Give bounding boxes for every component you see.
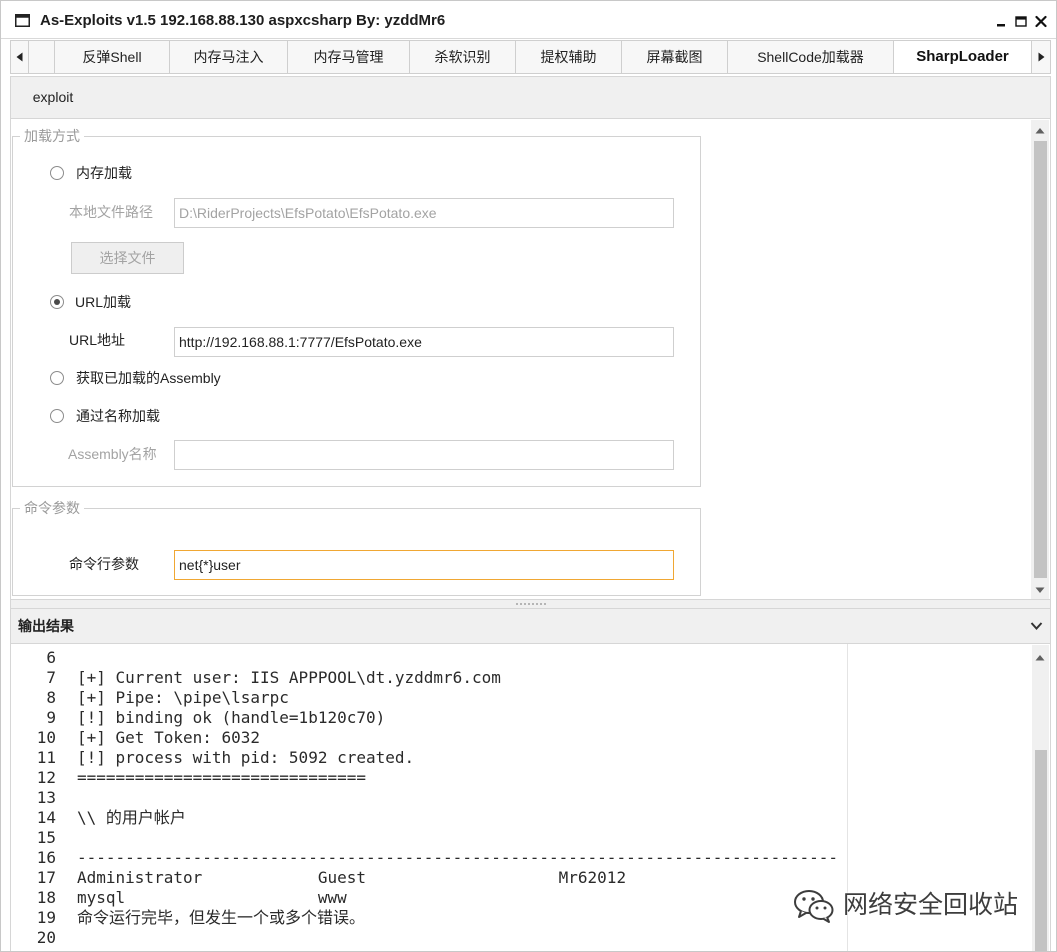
tab-reverse-shell[interactable]: 反弹Shell bbox=[55, 41, 170, 73]
sub-tab-strip bbox=[10, 76, 1051, 118]
line-number: 8 bbox=[46, 688, 56, 707]
line-text: ============================== bbox=[77, 768, 366, 787]
line-number: 19 bbox=[36, 908, 56, 927]
output-header[interactable] bbox=[10, 608, 1051, 644]
output-line: 8 [+] Pipe: \pipe\lsarpc bbox=[12, 688, 1012, 708]
assembly-name-label: Assembly名称 bbox=[68, 446, 157, 462]
output-line: 16 --------------------------------------… bbox=[12, 848, 1012, 868]
minimize-icon[interactable] bbox=[996, 14, 1008, 28]
tab-antivirus-detect[interactable]: 杀软识别 bbox=[410, 41, 516, 73]
output-line: 17 Administrator Guest Mr62012 bbox=[12, 868, 1012, 888]
url-address-input[interactable] bbox=[174, 327, 674, 357]
memory-load-radio[interactable] bbox=[50, 166, 64, 180]
get-loaded-assembly-radio[interactable] bbox=[50, 371, 64, 385]
tab-scroll-right-button[interactable] bbox=[1032, 41, 1050, 73]
scroll-up-icon[interactable] bbox=[1035, 127, 1045, 134]
command-line-args-input[interactable] bbox=[174, 550, 674, 580]
load-by-name-label[interactable]: 通过名称加载 bbox=[76, 407, 160, 425]
output-line: 9 [!] binding ok (handle=1b120c70) bbox=[12, 708, 1012, 728]
line-number: 10 bbox=[36, 728, 56, 747]
close-icon[interactable] bbox=[1035, 14, 1047, 28]
maximize-icon[interactable] bbox=[1015, 14, 1027, 28]
output-line: 10 [+] Get Token: 6032 bbox=[12, 728, 1012, 748]
tab-shellcode-loader[interactable]: ShellCode加载器 bbox=[728, 41, 894, 73]
triangle-right-icon bbox=[1038, 52, 1045, 62]
output-line: 15 bbox=[12, 828, 1012, 848]
tab-screenshot[interactable]: 屏幕截图 bbox=[622, 41, 728, 73]
line-number: 20 bbox=[36, 928, 56, 947]
url-load-label[interactable]: URL加载 bbox=[75, 293, 131, 311]
triangle-left-icon bbox=[16, 52, 23, 62]
line-number: 18 bbox=[36, 888, 56, 907]
choose-file-button[interactable]: 选择文件 bbox=[71, 242, 184, 274]
line-text: mysql www bbox=[77, 888, 347, 907]
load-mode-group bbox=[12, 136, 701, 487]
url-address-label: URL地址 bbox=[69, 332, 126, 348]
tab-scroll-left-button[interactable] bbox=[11, 41, 29, 73]
tab-sharploader[interactable]: SharpLoader bbox=[894, 41, 1032, 73]
command-params-legend: 命令参数 bbox=[20, 499, 84, 517]
output-scrollbar-thumb[interactable] bbox=[1035, 750, 1047, 952]
memory-load-label[interactable]: 内存加载 bbox=[76, 164, 132, 182]
line-text: 命令运行完毕，但发生一个或多个错误。 bbox=[77, 908, 366, 927]
line-number: 9 bbox=[46, 708, 56, 727]
local-file-path-label: 本地文件路径 bbox=[69, 204, 153, 220]
output-title: 输出结果 bbox=[18, 618, 74, 634]
app-window: As-Exploits v1.5 192.168.88.130 aspxcsha… bbox=[0, 0, 1057, 952]
load-by-name-radio[interactable] bbox=[50, 409, 64, 423]
output-line: 13 bbox=[12, 788, 1012, 808]
line-text: [+] Get Token: 6032 bbox=[77, 728, 261, 747]
line-number: 6 bbox=[46, 648, 56, 667]
splitter-grip[interactable] bbox=[516, 603, 546, 605]
wechat-icon bbox=[792, 888, 836, 924]
line-number: 13 bbox=[36, 788, 56, 807]
scroll-up-icon[interactable] bbox=[1035, 654, 1045, 661]
line-number: 12 bbox=[36, 768, 56, 787]
line-text: \\ 的用户帐户 bbox=[77, 808, 186, 827]
window-title: As-Exploits v1.5 192.168.88.130 aspxcsha… bbox=[40, 12, 446, 29]
watermark-text: 网络安全回收站 bbox=[843, 890, 1019, 919]
line-number: 7 bbox=[46, 668, 56, 687]
line-number: 16 bbox=[36, 848, 56, 867]
output-line: 11 [!] process with pid: 5092 created. bbox=[12, 748, 1012, 768]
output-line: 14 \\ 的用户帐户 bbox=[12, 808, 1012, 828]
tab-privilege-escalation[interactable]: 提权辅助 bbox=[516, 41, 622, 73]
output-line: 12 ============================== bbox=[12, 768, 1012, 788]
get-loaded-assembly-label[interactable]: 获取已加载的Assembly bbox=[76, 369, 221, 387]
load-mode-legend: 加载方式 bbox=[20, 127, 84, 145]
line-number: 14 bbox=[36, 808, 56, 827]
line-text: Administrator Guest Mr62012 bbox=[77, 868, 627, 887]
output-line: 6 bbox=[12, 648, 1012, 668]
output-line: 20 bbox=[12, 928, 1012, 948]
line-number: 17 bbox=[36, 868, 56, 887]
line-text: [!] process with pid: 5092 created. bbox=[77, 748, 415, 767]
url-load-radio[interactable] bbox=[50, 295, 64, 309]
chevron-down-icon[interactable] bbox=[1030, 621, 1043, 631]
line-text: [+] Current user: IIS APPPOOL\dt.yzddmr6… bbox=[77, 668, 501, 687]
tab-memshell-inject[interactable]: 内存马注入 bbox=[170, 41, 288, 73]
line-text: ----------------------------------------… bbox=[77, 848, 838, 867]
output-line: 7 [+] Current user: IIS APPPOOL\dt.yzddmr… bbox=[12, 668, 1012, 688]
options-scrollbar-thumb[interactable] bbox=[1034, 141, 1047, 578]
subtab-exploit[interactable]: exploit bbox=[11, 77, 95, 118]
tab-partial[interactable] bbox=[29, 41, 55, 73]
tab-memshell-manage[interactable]: 内存马管理 bbox=[288, 41, 410, 73]
local-file-path-input[interactable] bbox=[174, 198, 674, 228]
line-number: 11 bbox=[36, 748, 56, 767]
assembly-name-input[interactable] bbox=[174, 440, 674, 470]
command-line-args-label: 命令行参数 bbox=[69, 556, 139, 572]
window-icon bbox=[15, 14, 30, 27]
line-number: 15 bbox=[36, 828, 56, 847]
scroll-down-icon[interactable] bbox=[1035, 587, 1045, 594]
line-text: [!] binding ok (handle=1b120c70) bbox=[77, 708, 386, 727]
line-text: [+] Pipe: \pipe\lsarpc bbox=[77, 688, 289, 707]
